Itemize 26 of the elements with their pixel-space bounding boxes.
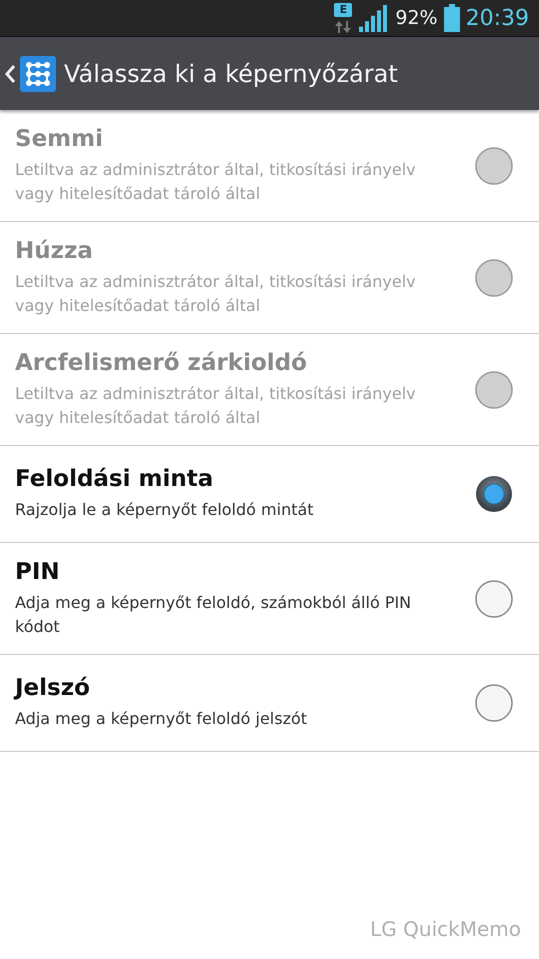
option-description: Letiltva az adminisztrátor által, titkosítási irányelv vagy hitelesítőadat tároló által <box>15 270 417 316</box>
lock-option[interactable]: PIN Adja meg a képernyőt feloldó, számokból álló PIN kódot <box>0 543 539 655</box>
grid-icon <box>20 56 56 92</box>
option-description: Letiltva az adminisztrátor által, titkosítási irányelv vagy hitelesítőadat tároló által <box>15 158 417 204</box>
option-description: Adja meg a képernyőt feloldó, számokból álló PIN kódot <box>15 592 412 638</box>
option-title: Semmi <box>15 126 104 152</box>
option-title: Húzza <box>15 238 94 264</box>
option-description: Rajzolja le a képernyőt feloldó mintát <box>15 499 315 521</box>
radio-button[interactable] <box>473 578 515 620</box>
option-title: Jelszó <box>15 675 91 701</box>
radio-button[interactable] <box>473 473 515 515</box>
quickmemo-label: LG QuickMemo <box>370 917 521 941</box>
clock: 20:39 <box>466 6 529 30</box>
screen-title: Válassza ki a képernyőzárat <box>64 60 398 88</box>
signal-icon <box>359 4 390 32</box>
back-icon[interactable] <box>4 62 16 84</box>
option-title: Feloldási minta <box>15 466 214 492</box>
radio-button[interactable] <box>473 682 515 724</box>
lock-option[interactable]: Feloldási minta Rajzolja le a képernyőt feloldó mintát <box>0 446 539 543</box>
option-description: Adja meg a képernyőt feloldó jelszót <box>15 708 308 730</box>
battery-icon <box>444 4 460 32</box>
battery-percent: 92% <box>395 7 438 29</box>
option-title: Arcfelismerő zárkioldó <box>15 350 308 376</box>
option-description: Letiltva az adminisztrátor által, titkosítási irányelv vagy hitelesítőadat tároló által <box>15 382 417 428</box>
lock-option[interactable]: Jelszó Adja meg a képernyőt feloldó jelszót <box>0 655 539 752</box>
option-title: PIN <box>15 558 61 584</box>
